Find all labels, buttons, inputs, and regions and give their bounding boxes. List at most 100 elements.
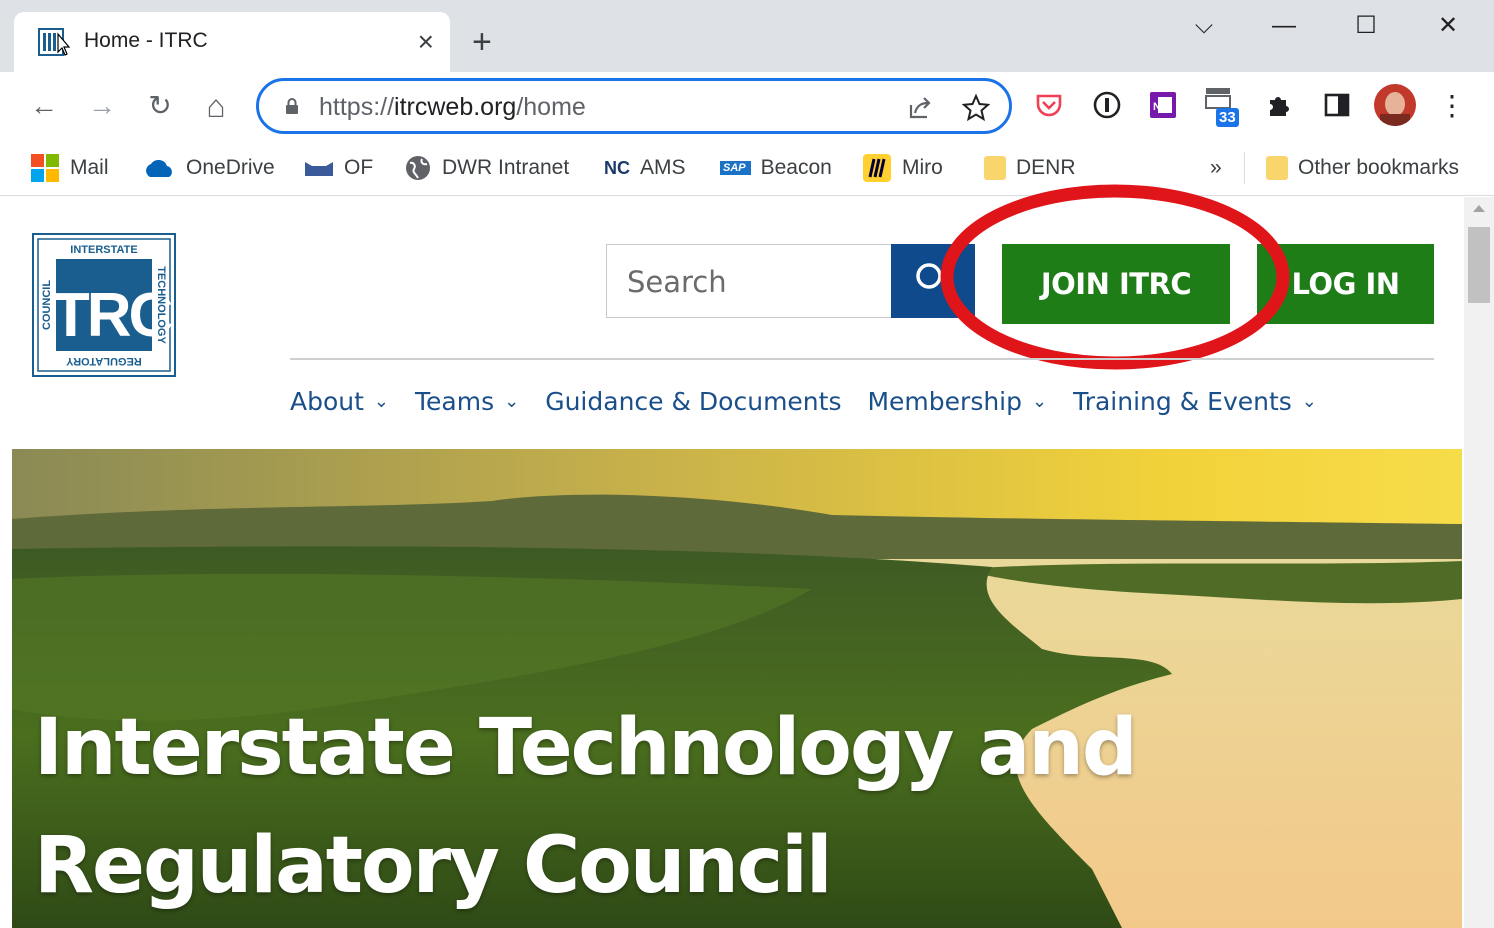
nav-item-membership[interactable]: Membership ⌄ xyxy=(867,379,1047,423)
itrc-favicon-icon xyxy=(38,28,71,56)
nav-label: Training & Events xyxy=(1073,386,1292,416)
bookmark-star-icon[interactable] xyxy=(961,93,991,123)
nav-item-training-events[interactable]: Training & Events ⌄ xyxy=(1073,379,1317,423)
hero-title-line-2: Regulatory Council xyxy=(34,821,833,911)
logo-text-center: ITRC xyxy=(38,281,173,350)
bookmark-dwr-intranet[interactable]: DWR Intranet xyxy=(404,150,569,186)
onedrive-cloud-icon xyxy=(146,159,172,177)
itrc-logo[interactable]: INTERSTATE ITRC COUNCIL TECHNOLOGY REGUL… xyxy=(32,233,176,377)
page-scrollbar[interactable] xyxy=(1464,197,1494,928)
browser-toolbar: ← → ↻ ⌂ https://itrcweb.org/home N 33 ⋮ xyxy=(0,72,1494,140)
lock-icon xyxy=(286,98,298,114)
search-icon xyxy=(916,263,942,289)
address-bar[interactable]: https://itrcweb.org/home xyxy=(256,78,1012,134)
bookmark-beacon[interactable]: SAP Beacon xyxy=(720,150,832,186)
chevron-down-icon: ⌄ xyxy=(1032,390,1048,412)
share-icon[interactable] xyxy=(905,93,935,123)
avatar-shoulders xyxy=(1380,114,1410,126)
bookmarks-bar: Mail OneDrive OF DWR Intranet NC AMS SAP… xyxy=(0,140,1494,196)
bookmark-label: Beacon xyxy=(760,156,832,179)
avatar-face xyxy=(1385,92,1405,116)
chevron-down-icon: ⌄ xyxy=(504,390,520,412)
tab-search-chevron-icon[interactable]: ⌵ xyxy=(1182,8,1226,44)
url-protocol: https:// xyxy=(319,93,395,121)
web-page: INTERSTATE ITRC COUNCIL TECHNOLOGY REGUL… xyxy=(0,184,1494,928)
bookmark-label: OF xyxy=(344,156,374,179)
bookmarks-overflow-icon: » xyxy=(1210,156,1222,179)
nc-icon: NC xyxy=(604,157,630,178)
log-in-button[interactable]: LOG IN xyxy=(1257,244,1434,324)
extension-badge: 33 xyxy=(1216,108,1239,127)
folder-icon xyxy=(1266,156,1288,180)
folder-icon xyxy=(984,156,1006,180)
bookmark-miro[interactable]: Miro xyxy=(862,150,943,186)
chevron-down-icon: ⌄ xyxy=(1301,390,1317,412)
hero-banner: Interstate Technology and Regulatory Cou… xyxy=(12,449,1462,928)
logo-text-right: TECHNOLOGY xyxy=(155,266,167,344)
logo-text-left: COUNCIL xyxy=(41,280,53,330)
nav-label: Membership xyxy=(867,386,1023,416)
browser-menu-icon[interactable]: ⋮ xyxy=(1432,86,1472,126)
url-path: /home xyxy=(516,93,586,121)
side-panel-icon[interactable] xyxy=(1320,88,1354,122)
calendar-grid-icon xyxy=(1205,88,1231,109)
forward-button[interactable]: → xyxy=(82,86,122,126)
chevron-down-icon: ⌄ xyxy=(373,390,390,412)
other-bookmarks-folder[interactable]: Other bookmarks xyxy=(1266,150,1459,186)
header-divider xyxy=(290,358,1434,360)
of-icon xyxy=(305,162,333,176)
bookmark-ams[interactable]: NC AMS xyxy=(604,150,686,186)
nav-item-teams[interactable]: Teams ⌄ xyxy=(415,379,519,423)
nav-item-guidance-documents[interactable]: Guidance & Documents xyxy=(545,379,841,423)
bookmark-label: Mail xyxy=(70,156,109,179)
bookmark-label: Miro xyxy=(902,156,943,179)
pocket-icon[interactable] xyxy=(1032,88,1066,122)
extensions-puzzle-icon[interactable] xyxy=(1262,88,1296,122)
bookmark-label: AMS xyxy=(640,156,686,179)
scroll-up-arrow-icon[interactable] xyxy=(1473,205,1485,212)
globe-icon xyxy=(406,156,430,180)
bookmark-onedrive[interactable]: OneDrive xyxy=(142,150,275,186)
bookmark-of[interactable]: OF xyxy=(304,150,373,186)
bookmarks-overflow-button[interactable]: » xyxy=(1210,150,1222,186)
other-bookmarks-label: Other bookmarks xyxy=(1298,156,1460,179)
windows-icon xyxy=(31,154,59,182)
logo-text-top: INTERSTATE xyxy=(70,244,137,256)
minimize-button[interactable]: — xyxy=(1262,8,1306,44)
miro-icon xyxy=(863,154,891,182)
tab-strip: Home - ITRC × + ⌵ — ☐ ✕ xyxy=(0,0,1494,72)
site-search-button[interactable] xyxy=(891,244,975,318)
itrc-logo-mark: INTERSTATE ITRC COUNCIL TECHNOLOGY REGUL… xyxy=(37,238,176,372)
profile-avatar[interactable] xyxy=(1374,84,1416,126)
hero-title: Interstate Technology and Regulatory Cou… xyxy=(34,689,1138,925)
hero-title-line-1: Interstate Technology and xyxy=(34,703,1138,793)
tab-title: Home - ITRC xyxy=(84,29,208,52)
nav-item-about[interactable]: About ⌄ xyxy=(290,379,389,423)
nav-label: Guidance & Documents xyxy=(545,386,842,416)
home-button[interactable]: ⌂ xyxy=(196,86,236,126)
back-button[interactable]: ← xyxy=(24,86,64,126)
close-window-button[interactable]: ✕ xyxy=(1426,8,1470,44)
site-search-input[interactable]: Search xyxy=(606,244,892,318)
main-navigation: About ⌄ Teams ⌄ Guidance & Documents Mem… xyxy=(290,379,1343,423)
logo-text-bottom: REGULATORY xyxy=(66,355,142,367)
browser-tab-active[interactable]: Home - ITRC × xyxy=(14,12,450,72)
url-text: https://itrcweb.org/home xyxy=(319,93,586,122)
calendar-extension-icon[interactable]: 33 xyxy=(1204,86,1244,128)
password-manager-icon[interactable] xyxy=(1090,88,1124,122)
bookmark-label: DENR xyxy=(1016,156,1076,179)
reload-button[interactable]: ↻ xyxy=(140,86,180,126)
search-placeholder: Search xyxy=(627,265,727,299)
new-tab-button[interactable]: + xyxy=(472,22,492,62)
svg-text:N: N xyxy=(1153,101,1161,113)
maximize-button[interactable]: ☐ xyxy=(1344,8,1388,44)
bookmarks-separator xyxy=(1244,152,1245,184)
bookmark-label: DWR Intranet xyxy=(442,156,570,179)
scrollbar-thumb[interactable] xyxy=(1468,227,1490,303)
nav-label: About xyxy=(290,386,364,416)
onenote-icon[interactable]: N xyxy=(1146,88,1180,122)
tab-close-icon[interactable]: × xyxy=(418,24,434,60)
join-itrc-button[interactable]: JOIN ITRC xyxy=(1002,244,1230,324)
bookmark-mail[interactable]: Mail xyxy=(30,150,109,186)
bookmark-denr[interactable]: DENR xyxy=(984,150,1076,186)
